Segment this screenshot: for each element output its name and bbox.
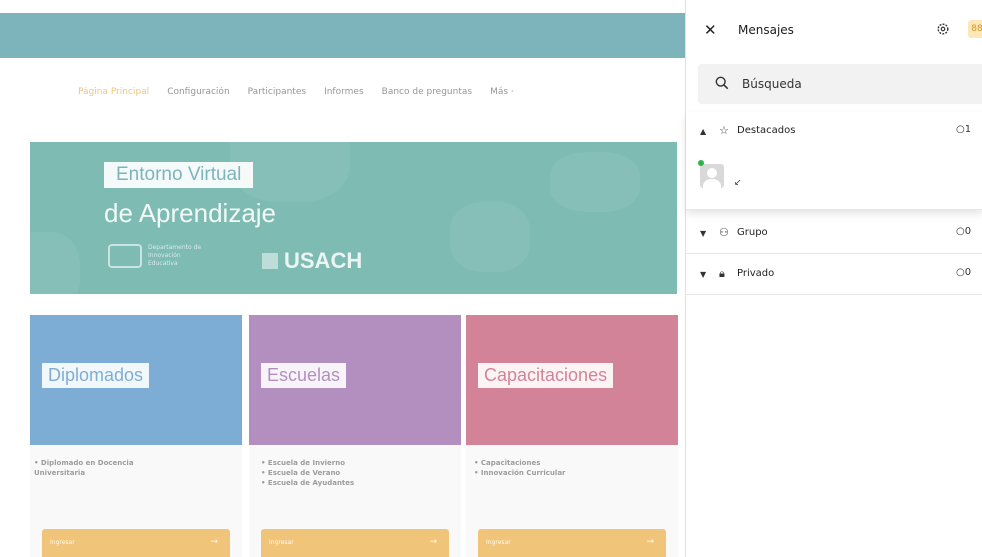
chevron-down-icon[interactable]: ▼ <box>700 270 706 279</box>
users-icon: ⚇ <box>719 226 729 239</box>
comment-icon: ○ <box>956 226 965 237</box>
drawer-header: ✕ Mensajes 88 <box>686 12 982 52</box>
close-icon[interactable]: ✕ <box>704 21 717 39</box>
lock-icon: 🔒︎ <box>719 267 725 280</box>
drawer-title: Mensajes <box>738 23 794 37</box>
section-group: ▼ ⚇ Grupo ○0 <box>686 214 982 254</box>
group-count-value: 0 <box>964 226 972 237</box>
private-count-value: 0 <box>964 267 972 278</box>
section-starred: ▲ ☆ Destacados ○1 ↙ <box>686 112 982 210</box>
section-group-count: ○0 <box>956 226 971 237</box>
search-icon <box>715 76 729 90</box>
course-page: Página Principal Configuración Participa… <box>0 0 685 557</box>
online-status-dot <box>698 160 704 166</box>
section-private-count: ○0 <box>956 267 971 278</box>
star-icon: ☆ <box>719 124 729 137</box>
search-input[interactable] <box>742 74 962 94</box>
messaging-drawer: ✕ Mensajes 88 ▲ ☆ Destacados ○1 ↙ ▼ ⚇ Gr… <box>685 0 982 557</box>
comment-icon: ○ <box>956 124 965 135</box>
section-private-label[interactable]: Privado <box>737 268 774 279</box>
conversation-item-self[interactable]: ↙ <box>698 160 758 200</box>
section-private: ▼ 🔒︎ Privado ○0 <box>686 255 982 295</box>
arrow-down-left-icon: ↙ <box>734 178 742 188</box>
backdrop-overlay[interactable] <box>0 0 685 557</box>
gear-icon[interactable] <box>936 22 950 36</box>
section-group-label[interactable]: Grupo <box>737 227 768 238</box>
search-box[interactable] <box>698 64 982 104</box>
avatar <box>700 164 724 188</box>
section-starred-count: ○1 <box>956 124 971 135</box>
chevron-down-icon[interactable]: ▼ <box>700 229 706 238</box>
comment-icon: ○ <box>956 267 965 278</box>
chevron-up-icon[interactable]: ▲ <box>700 127 706 136</box>
section-starred-label[interactable]: Destacados <box>737 125 795 136</box>
starred-count-value: 1 <box>964 124 972 135</box>
contacts-icon[interactable]: 88 <box>968 20 982 38</box>
